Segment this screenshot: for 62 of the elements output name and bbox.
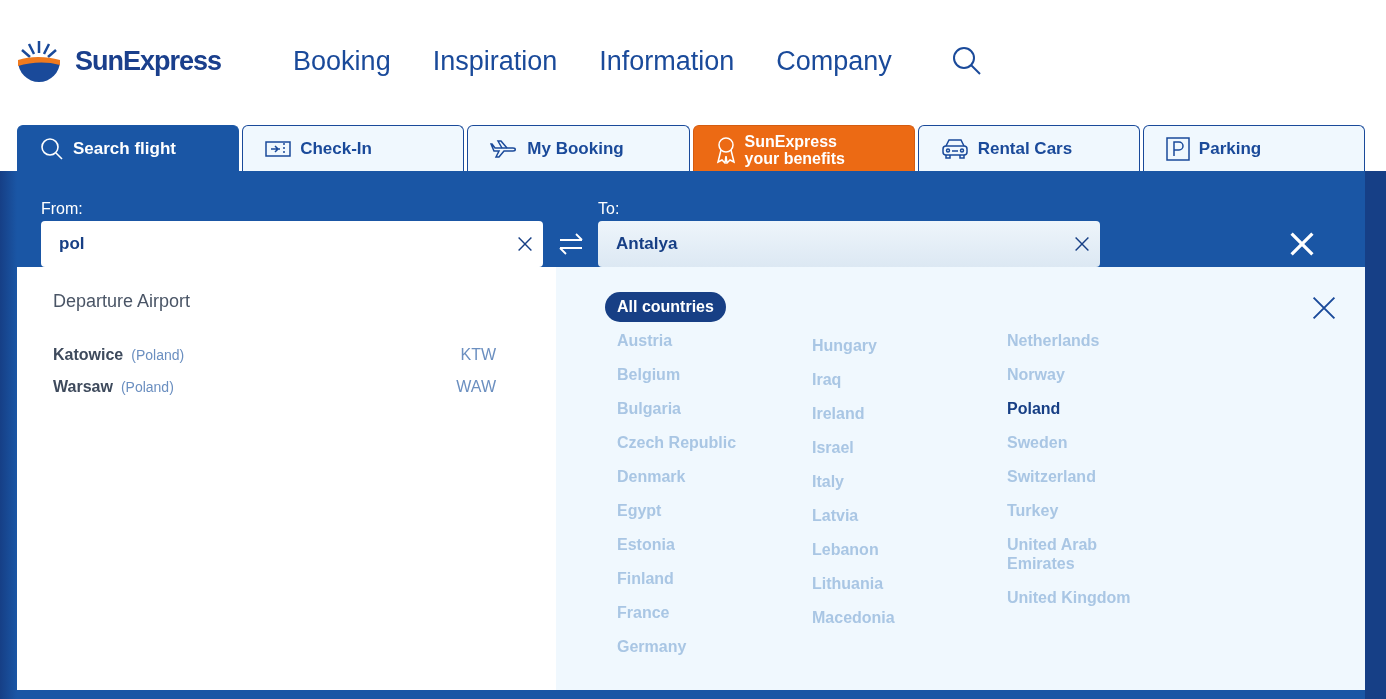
country-item[interactable]: Egypt [617,494,767,528]
country-item[interactable]: Sweden [1007,426,1132,460]
country-item[interactable]: Macedonia [812,601,962,635]
to-field[interactable]: Antalya [598,221,1100,267]
country-item[interactable]: Estonia [617,528,767,562]
nav-link[interactable]: Inspiration [432,45,558,77]
plane-icon [490,138,519,159]
field-label: To: [598,200,621,218]
airport-country: (Poland) [131,347,185,363]
clear-icon[interactable] [517,236,533,252]
country-item[interactable]: Lithuania [812,567,962,601]
nav-link[interactable]: Company [776,45,892,77]
country-item[interactable]: United Kingdom [1007,581,1167,615]
country-item[interactable]: Belgium [617,358,767,392]
ticket-icon [265,140,292,157]
airport-city[interactable]: Katowice [53,346,124,364]
parking-icon [1165,136,1190,161]
tab[interactable]: Check-In [242,125,465,171]
swap-icon[interactable] [557,232,584,256]
search-icon [40,136,64,161]
filter-chip[interactable]: All countries [605,292,726,322]
sun-logo-icon [17,39,61,83]
country-item[interactable]: Israel [812,431,962,465]
country-item[interactable]: Poland [1007,392,1132,426]
country-item[interactable]: Switzerland [1007,460,1132,494]
close-icon[interactable] [1311,295,1337,321]
nav-link[interactable]: Booking [293,45,391,77]
country-item[interactable]: Norway [1007,358,1132,392]
country-item[interactable]: Netherlands [1007,324,1132,358]
car-icon [940,137,969,160]
brand-name: SunExpress [75,45,222,77]
airport-code: KTW [460,346,496,364]
country-item[interactable]: Latvia [812,499,962,533]
nav-link[interactable]: Information [599,45,735,77]
field-label: From: [41,200,84,218]
country-item[interactable]: Czech Republic [617,426,767,460]
section-title: Departure Airport [53,291,192,312]
country-item[interactable]: Iraq [812,363,962,397]
airport-code: WAW [456,378,496,396]
tab[interactable]: Search flight [17,125,240,171]
country-item[interactable]: Austria [617,324,767,358]
clear-icon[interactable] [1074,236,1090,252]
country-item[interactable]: France [617,596,767,630]
airport-country: (Poland) [120,379,174,395]
search-icon[interactable] [951,46,982,76]
country-item[interactable]: Ireland [812,397,962,431]
country-item[interactable]: Germany [617,630,767,664]
country-item[interactable]: United Arab Emirates [1007,528,1132,581]
country-item[interactable]: Bulgaria [617,392,767,426]
country-item[interactable]: Finland [617,562,767,596]
tab[interactable]: My Booking [467,125,690,171]
country-item[interactable]: Italy [812,465,962,499]
country-item[interactable]: Lebanon [812,533,962,567]
country-item[interactable]: Denmark [617,460,767,494]
ribbon-award-icon [715,135,736,164]
country-item[interactable]: Hungary [812,329,962,363]
benefits-tab[interactable]: SunExpress your benefits [692,125,915,171]
country-item[interactable]: Turkey [1007,494,1132,528]
from-field[interactable]: pol [41,221,543,267]
airport-city[interactable]: Warsaw [53,378,113,396]
tab[interactable]: Rental Cars [917,125,1140,171]
tab[interactable]: Parking [1142,125,1366,171]
